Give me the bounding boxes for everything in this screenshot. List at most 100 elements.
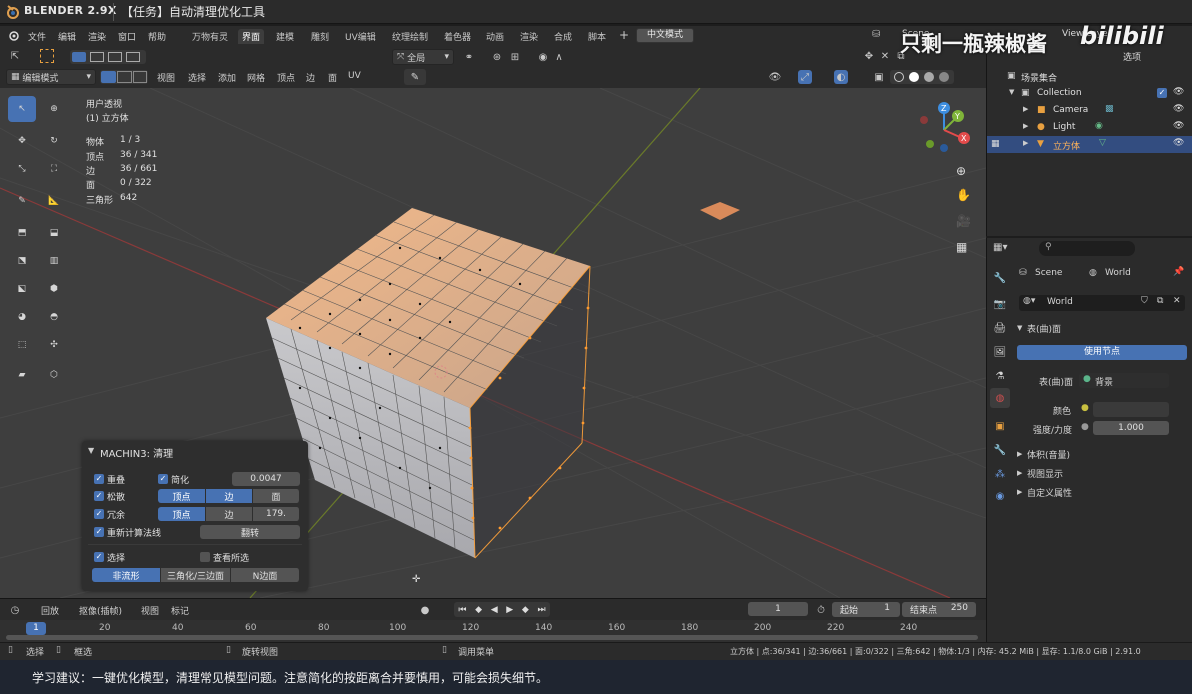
world-datablock-selector[interactable]: ◍▾ World ⛉ ⧉ ✕: [1019, 295, 1185, 311]
expand-arrow-icon[interactable]: ▶: [1017, 488, 1022, 496]
scene-options-icon[interactable]: ✥: [862, 49, 876, 63]
cube-mesh[interactable]: [266, 208, 591, 559]
properties-search-input[interactable]: ⚲: [1039, 241, 1135, 256]
view-selected-checkbox[interactable]: [200, 552, 210, 562]
measure-tool[interactable]: 📐: [40, 188, 68, 214]
wireframe-shading-icon[interactable]: [894, 72, 904, 82]
timeline-menu-marker[interactable]: 标记: [168, 603, 192, 618]
timeline-ruler[interactable]: 1 20 40 60 80 100 120 140 160 180 200 22…: [0, 620, 986, 642]
simplify-checkbox[interactable]: ✓: [158, 474, 168, 484]
clock-icon[interactable]: ⏱: [814, 603, 828, 617]
snap-icon[interactable]: ⊛: [490, 50, 504, 64]
menu-help[interactable]: 帮助: [145, 29, 169, 44]
shrink-fatten-tool[interactable]: ✣: [40, 332, 68, 358]
select-new-icon[interactable]: [72, 52, 86, 62]
select-checkbox[interactable]: ✓: [94, 552, 104, 562]
surface-shader-select[interactable]: ● 背景: [1079, 373, 1169, 388]
recalc-normals-checkbox[interactable]: ✓: [94, 527, 104, 537]
record-icon[interactable]: ●: [418, 603, 432, 617]
redundant-angle-field[interactable]: 179.: [253, 507, 300, 521]
modifier-properties-tab-icon[interactable]: 🔧: [990, 440, 1010, 460]
exclude-checkbox[interactable]: ✓: [1157, 88, 1167, 98]
tool-properties-tab-icon[interactable]: 🔧: [990, 268, 1010, 288]
transform-orientation-select[interactable]: ⤧ 全局 ▾: [392, 49, 454, 65]
cursor-tool-icon[interactable]: ⇱: [8, 49, 22, 63]
edge-slide-tool[interactable]: ⬚: [8, 332, 36, 358]
expand-arrow-icon[interactable]: ▶: [1023, 139, 1028, 147]
collapse-arrow-icon[interactable]: ▼: [88, 446, 94, 455]
expand-arrow-icon[interactable]: ▶: [1023, 122, 1028, 130]
object-properties-tab-icon[interactable]: ▣: [990, 416, 1010, 436]
menu-file[interactable]: 文件: [25, 29, 49, 44]
eyedropper-icon[interactable]: ✎: [404, 69, 426, 85]
pan-hand-icon[interactable]: ✋: [956, 188, 971, 202]
tab-workspace-6[interactable]: 着色器: [440, 29, 475, 44]
output-properties-tab-icon[interactable]: 🖨: [990, 318, 1010, 338]
world-properties-tab-icon[interactable]: ◍: [990, 388, 1010, 408]
loose-checkbox[interactable]: ✓: [94, 491, 104, 501]
loose-vertex-toggle[interactable]: 顶点: [158, 489, 206, 503]
expand-arrow-icon[interactable]: ▶: [1017, 450, 1022, 458]
camera-view-icon[interactable]: 🎥: [956, 214, 971, 228]
particles-tab-icon[interactable]: ⁂: [990, 464, 1010, 484]
zoom-icon[interactable]: ⊕: [956, 164, 966, 178]
expand-arrow-icon[interactable]: ▶: [1017, 469, 1022, 477]
loose-face-toggle[interactable]: 面: [253, 489, 300, 503]
end-frame-field[interactable]: 结束点 250: [902, 602, 976, 617]
fake-user-icon[interactable]: ⛉: [1141, 296, 1148, 306]
vp-menu-vertex[interactable]: 顶点: [274, 70, 298, 85]
poly-build-tool[interactable]: ⬢: [40, 276, 68, 302]
properties-editor-icon[interactable]: ▦▾: [993, 242, 1007, 253]
background-color-swatch[interactable]: [1093, 402, 1169, 417]
duplicate-icon[interactable]: ⧉: [1157, 296, 1163, 306]
unlink-icon[interactable]: ✕: [1173, 296, 1181, 306]
timeline-scrollbar[interactable]: [6, 635, 978, 640]
annotate-tool[interactable]: ✎: [8, 188, 36, 214]
visibility-icon[interactable]: 👁: [768, 70, 782, 84]
knife-tool[interactable]: ⬕: [8, 276, 36, 302]
eye-icon[interactable]: 👁: [1173, 104, 1184, 114]
outliner-row-scene-collection[interactable]: ▣ 场景集合: [987, 68, 1192, 85]
select-ngons-toggle[interactable]: N边面: [231, 568, 300, 582]
rendered-shading-icon[interactable]: [939, 72, 949, 82]
xray-icon[interactable]: ▣: [872, 70, 886, 84]
play-icon[interactable]: ▶: [506, 605, 513, 615]
tab-workspace-0[interactable]: 万物有灵: [188, 29, 232, 44]
tab-workspace-1[interactable]: 界面: [238, 29, 265, 44]
tab-workspace-9[interactable]: 合成: [550, 29, 576, 44]
strength-field[interactable]: 1.000: [1093, 421, 1169, 435]
vp-menu-uv[interactable]: UV: [345, 70, 364, 82]
viewport-display-section-header[interactable]: 视图显示: [1027, 467, 1063, 480]
tab-workspace-3[interactable]: 雕刻: [307, 29, 333, 44]
vp-menu-edge[interactable]: 边: [303, 70, 318, 85]
camera-data-icon[interactable]: ▩: [1105, 104, 1114, 114]
falloff-icon[interactable]: ∧: [552, 50, 566, 64]
overlay-toggle-icon[interactable]: ◐: [834, 70, 848, 84]
merge-checkbox[interactable]: ✓: [94, 474, 104, 484]
custom-properties-section-header[interactable]: 自定义属性: [1027, 486, 1072, 499]
use-nodes-button[interactable]: 使用节点: [1017, 345, 1187, 360]
select-intersect-icon[interactable]: [126, 52, 140, 62]
pivot-icon[interactable]: ⚭: [462, 50, 476, 64]
redundant-vertex-toggle[interactable]: 顶点: [158, 507, 206, 521]
play-reverse-icon[interactable]: ◀: [491, 605, 498, 615]
mesh-data-icon[interactable]: ▽: [1099, 138, 1106, 148]
menu-window[interactable]: 窗口: [115, 29, 139, 44]
view-layer-tab-icon[interactable]: 🖼: [990, 342, 1010, 362]
bevel-tool[interactable]: ⬔: [8, 248, 36, 274]
transform-tool[interactable]: ⛶: [40, 156, 68, 182]
loop-cut-tool[interactable]: ▥: [40, 248, 68, 274]
ortho-toggle-icon[interactable]: ▦: [956, 240, 967, 254]
inset-tool[interactable]: ⬓: [40, 220, 68, 246]
proportional-edit-icon[interactable]: ◉: [536, 50, 550, 64]
collapse-arrow-icon[interactable]: ▼: [1017, 324, 1022, 332]
blender-menu-icon[interactable]: [8, 29, 20, 44]
tab-workspace-2[interactable]: 建模: [272, 29, 298, 44]
face-select-icon[interactable]: [133, 71, 147, 83]
jump-start-icon[interactable]: ⏮: [458, 605, 466, 615]
mode-select[interactable]: ▦ 编辑模式 ▾: [6, 69, 96, 85]
expand-arrow-icon[interactable]: ▼: [1009, 88, 1014, 96]
box-select-icon[interactable]: [40, 49, 54, 63]
tab-workspace-8[interactable]: 渲染: [516, 29, 542, 44]
simplify-distance-field[interactable]: 0.0047: [232, 472, 300, 486]
